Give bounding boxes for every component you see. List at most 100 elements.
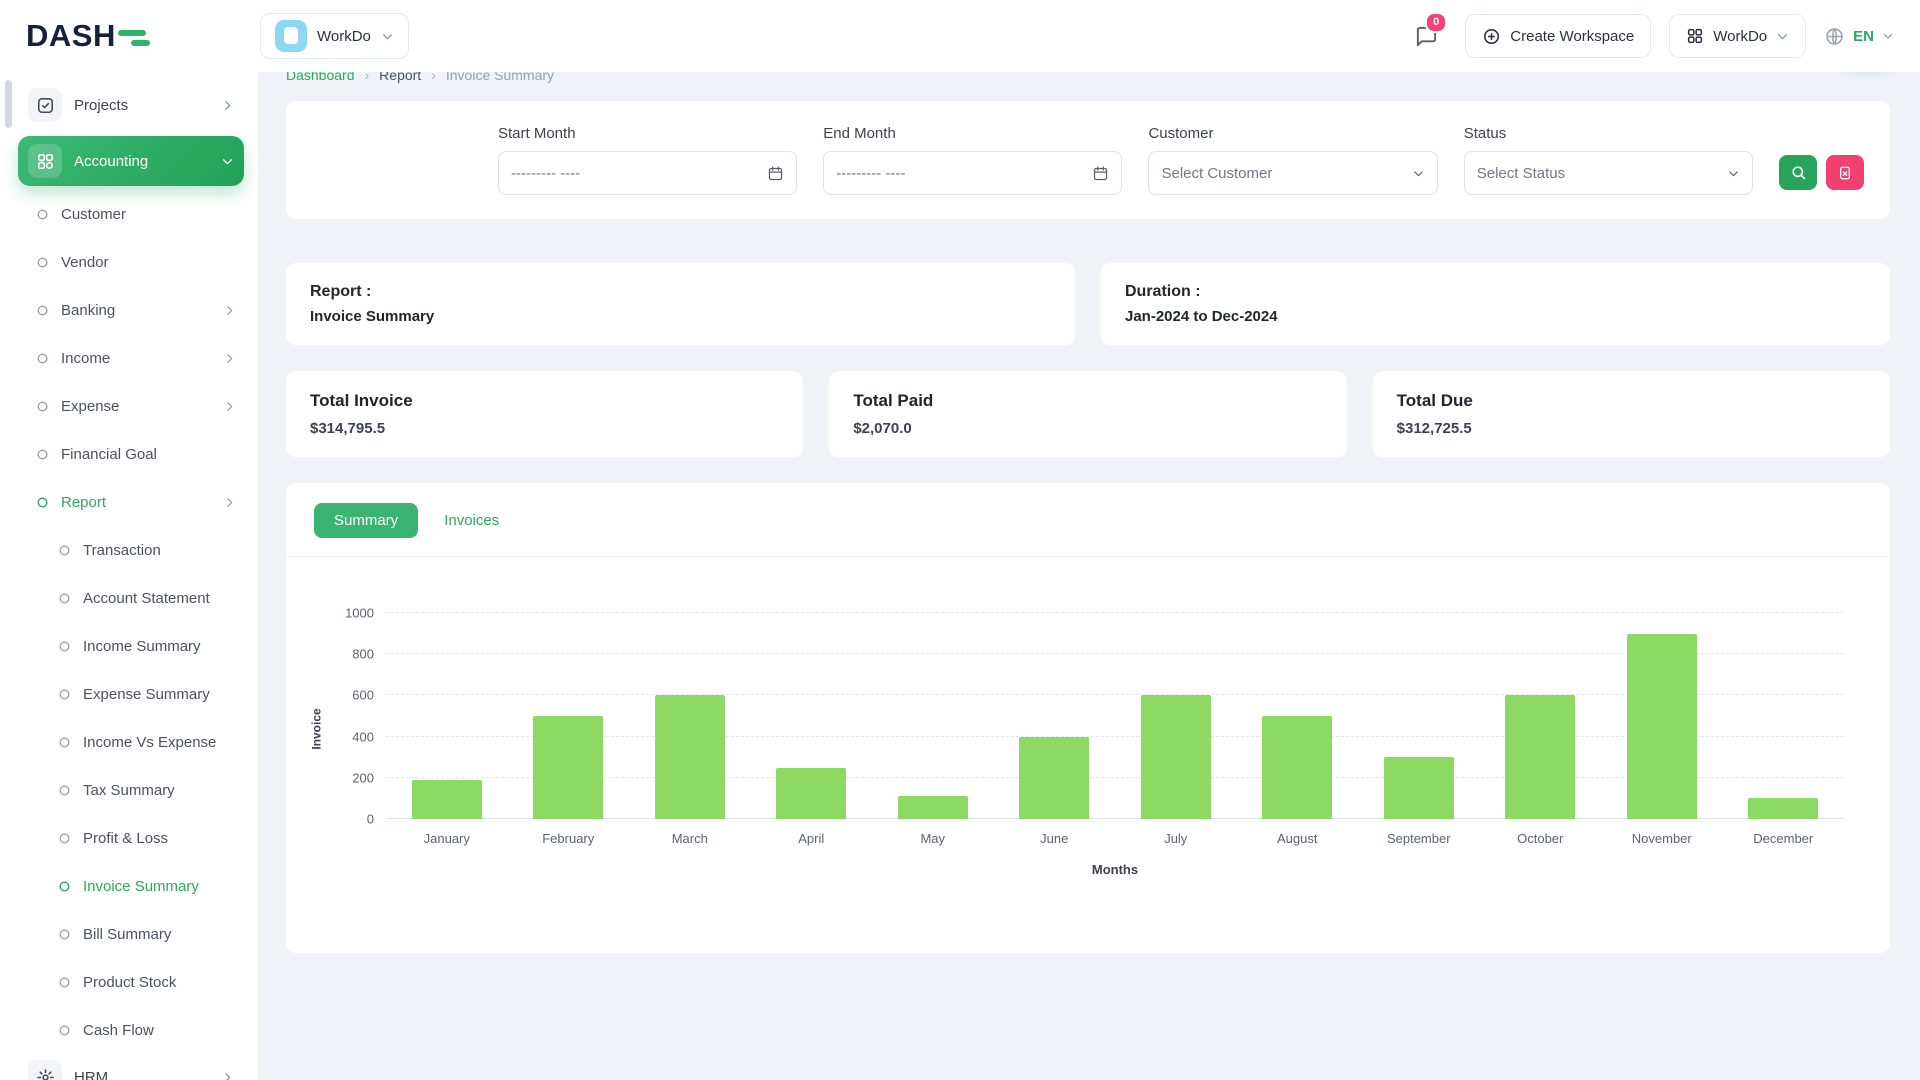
report-value: Invoice Summary <box>310 308 1051 325</box>
bullet-icon <box>58 880 71 893</box>
duration-label: Duration : <box>1125 283 1866 301</box>
sidebar-item-invoice-summary[interactable]: Invoice Summary <box>18 862 244 910</box>
sidebar-item-label: Account Statement <box>83 590 210 607</box>
messages-button[interactable]: 0 <box>1405 16 1447 56</box>
sidebar-item-bill-summary[interactable]: Bill Summary <box>18 910 244 958</box>
sidebar-scrollbar-thumb[interactable] <box>5 80 12 128</box>
report-info-row: Report : Invoice Summary Duration : Jan-… <box>286 263 1890 345</box>
bar-july <box>1141 695 1211 819</box>
sidebar-item-label: Expense <box>61 398 119 415</box>
bullet-icon <box>58 928 71 941</box>
create-workspace-button[interactable]: Create Workspace <box>1465 14 1651 58</box>
invoice-bar-chart: Invoice 02004006008001000 JanuaryFebruar… <box>286 557 1890 877</box>
sidebar-item-product-stock[interactable]: Product Stock <box>18 958 244 1006</box>
accounting-grid-icon <box>28 144 62 178</box>
customer-label: Customer <box>1148 125 1437 142</box>
chevron-right-icon <box>221 99 234 112</box>
y-tick-label: 600 <box>352 688 374 703</box>
bar-may <box>898 796 968 819</box>
stat-card-total-invoice: Total Invoice $314,795.5 <box>286 371 803 457</box>
bullet-icon <box>58 1024 71 1037</box>
bullet-icon <box>58 640 71 653</box>
report-name-card: Report : Invoice Summary <box>286 263 1075 345</box>
sidebar-item-income[interactable]: Income <box>18 334 244 382</box>
chevron-right-icon <box>223 304 236 317</box>
end-month-input[interactable] <box>823 151 1122 195</box>
sidebar-item-projects[interactable]: Projects <box>18 82 244 128</box>
stat-card-total-due: Total Due $312,725.5 <box>1373 371 1890 457</box>
chevron-right-icon <box>221 1071 234 1080</box>
bullet-icon <box>36 208 49 221</box>
sidebar-item-expense[interactable]: Expense <box>18 382 244 430</box>
app-logo[interactable]: DASH <box>26 18 146 54</box>
start-month-input[interactable] <box>498 151 797 195</box>
report-label: Report : <box>310 283 1051 301</box>
tab-summary[interactable]: Summary <box>314 503 418 538</box>
end-month-label: End Month <box>823 125 1122 142</box>
x-tick-label: December <box>1723 831 1845 846</box>
bar-slot <box>751 613 873 819</box>
calendar-icon <box>767 165 784 182</box>
sidebar-item-income-summary[interactable]: Income Summary <box>18 622 244 670</box>
bar-january <box>412 780 482 819</box>
sidebar-item-label: Transaction <box>83 542 161 559</box>
reset-filter-button[interactable] <box>1826 155 1864 190</box>
stat-label: Total Due <box>1397 391 1866 411</box>
bar-december <box>1748 798 1818 819</box>
sidebar-item-income-vs-expense[interactable]: Income Vs Expense <box>18 718 244 766</box>
sidebar-item-label: Income Summary <box>83 638 201 655</box>
bar-slot <box>1237 613 1359 819</box>
bar-slot <box>1115 613 1237 819</box>
sidebar-item-label: Income <box>61 350 110 367</box>
status-select[interactable]: Select Status <box>1464 151 1753 195</box>
sidebar-item-accounting[interactable]: Accounting <box>18 136 244 186</box>
sidebar-item-label: Customer <box>61 206 126 223</box>
chart-card: Summary Invoices Invoice 020040060080010… <box>286 483 1890 953</box>
sidebar-item-cash-flow[interactable]: Cash Flow <box>18 1006 244 1054</box>
sidebar-item-label: Cash Flow <box>83 1022 154 1039</box>
workspace-selector[interactable]: WorkDo <box>260 13 409 59</box>
accounting-submenu: Customer VendorBanking Income Expense Financ… <box>18 190 244 1054</box>
sidebar-item-tax-summary[interactable]: Tax Summary <box>18 766 244 814</box>
bullet-icon <box>36 352 49 365</box>
sidebar-item-expense-summary[interactable]: Expense Summary <box>18 670 244 718</box>
bullet-icon <box>58 592 71 605</box>
sidebar-item-customer[interactable]: Customer <box>18 190 244 238</box>
stat-value: $2,070.0 <box>853 420 1322 437</box>
sidebar-item-report[interactable]: Report <box>18 478 244 526</box>
sidebar-item-label: Invoice Summary <box>83 878 199 895</box>
start-month-text-input[interactable] <box>511 165 759 182</box>
customer-select[interactable]: Select Customer <box>1148 151 1437 195</box>
sidebar-item-vendor[interactable]: Vendor <box>18 238 244 286</box>
bar-slot <box>386 613 508 819</box>
search-icon <box>1790 164 1807 181</box>
bar-slot <box>629 613 751 819</box>
sidebar-item-label: Product Stock <box>83 974 176 991</box>
x-tick-label: May <box>872 831 994 846</box>
chevron-down-icon <box>381 30 394 43</box>
apply-filter-button[interactable] <box>1779 155 1817 190</box>
sidebar-item-profit-loss[interactable]: Profit & Loss <box>18 814 244 862</box>
sidebar-item-transaction[interactable]: Transaction <box>18 526 244 574</box>
bullet-icon <box>58 976 71 989</box>
sidebar-item-label: Report <box>61 494 106 511</box>
customer-select-value: Select Customer <box>1161 165 1272 182</box>
sidebar-item-hrm[interactable]: HRM <box>18 1054 244 1080</box>
x-labels: JanuaryFebruaryMarchAprilMayJuneJulyAugu… <box>386 831 1844 846</box>
y-tick-label: 800 <box>352 647 374 662</box>
workdo-menu-label: WorkDo <box>1713 28 1767 45</box>
sidebar-item-label: Accounting <box>74 153 148 170</box>
globe-icon <box>1824 26 1845 47</box>
sidebar-item-financial-goal[interactable]: Financial Goal <box>18 430 244 478</box>
end-month-text-input[interactable] <box>836 165 1084 182</box>
tab-invoices[interactable]: Invoices <box>444 512 499 529</box>
gear-icon <box>28 1060 62 1080</box>
start-month-label: Start Month <box>498 125 797 142</box>
sidebar-item-account-statement[interactable]: Account Statement <box>18 574 244 622</box>
language-selector[interactable]: EN <box>1824 26 1894 47</box>
bullet-icon <box>58 544 71 557</box>
start-month-field-group: Start Month <box>498 125 797 195</box>
chevron-down-icon <box>1776 30 1789 43</box>
workdo-menu-button[interactable]: WorkDo <box>1669 14 1806 58</box>
sidebar-item-banking[interactable]: Banking <box>18 286 244 334</box>
